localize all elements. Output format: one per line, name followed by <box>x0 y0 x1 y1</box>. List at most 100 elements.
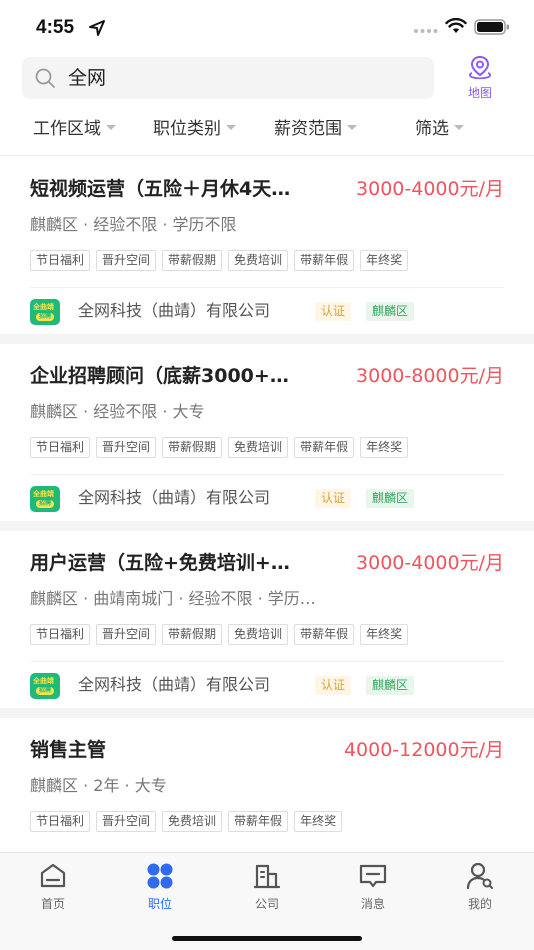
card-separator <box>0 521 534 531</box>
company-name: 全网科技（曲靖）有限公司 <box>78 301 271 320</box>
tab-home[interactable]: 首页 <box>23 861 83 912</box>
filter-label: 筛选 <box>415 119 449 139</box>
job-card[interactable]: 企业招聘顾问（底薪3000+提成） 3000-8000元/月 麒麟区 · 经验不… <box>0 345 534 521</box>
tab-label: 首页 <box>40 897 65 911</box>
job-tag: 节日福利 <box>30 624 91 645</box>
logo-text: 招聘 <box>36 500 54 508</box>
job-tag: 晋升空间 <box>96 250 157 271</box>
tab-label: 我的 <box>467 897 492 911</box>
caret-down-icon <box>226 124 236 130</box>
logo-text: 招聘 <box>36 313 54 321</box>
tab-profile[interactable]: 我的 <box>450 861 510 912</box>
divider <box>30 287 504 288</box>
signal-dots-icon <box>414 29 438 33</box>
divider <box>30 474 504 475</box>
area-badge: 麒麟区 <box>366 489 415 508</box>
job-meta: 麒麟区 · 2年 · 大专 <box>30 776 167 795</box>
filter-more[interactable]: 筛选 <box>415 114 464 139</box>
job-title: 销售主管 <box>30 739 107 761</box>
job-salary: 3000-8000元/月 <box>356 365 504 387</box>
cert-badge: 认证 <box>315 302 352 321</box>
tab-jobs[interactable]: 职位 <box>130 861 190 912</box>
job-salary: 3000-4000元/月 <box>356 178 504 200</box>
area-badge: 麒麟区 <box>366 302 415 321</box>
filter-label: 工作区域 <box>33 119 101 139</box>
job-tags: 节日福利 晋升空间 带薪假期 免费培训 带薪年假 年终奖 <box>30 250 414 272</box>
message-icon <box>359 864 387 888</box>
filter-work-area[interactable]: 工作区域 <box>33 114 116 139</box>
job-tag: 年终奖 <box>360 250 409 271</box>
status-bar: 4:55 <box>0 0 534 50</box>
job-card[interactable]: 用户运营（五险+免费培训+双休） 3000-4000元/月 麒麟区 · 曲靖南城… <box>0 532 534 708</box>
job-tag: 带薪年假 <box>294 437 355 458</box>
logo-text: 招聘 <box>36 687 54 695</box>
tab-label: 职位 <box>147 897 172 911</box>
divider <box>30 661 504 662</box>
company-logo: 全曲靖 招聘 <box>30 486 60 512</box>
job-tags: 节日福利 晋升空间 带薪假期 免费培训 带薪年假 年终奖 <box>30 437 414 459</box>
location-arrow-icon <box>89 20 105 36</box>
job-tag: 带薪假期 <box>162 250 223 271</box>
job-title: 企业招聘顾问（底薪3000+提成） <box>30 365 298 387</box>
job-tag: 节日福利 <box>30 811 91 832</box>
job-meta: 麒麟区 · 经验不限 · 学历不限 <box>30 215 237 234</box>
building-icon <box>253 864 281 889</box>
caret-down-icon <box>106 124 116 130</box>
tab-company[interactable]: 公司 <box>237 861 297 912</box>
job-tag: 免费培训 <box>228 437 289 458</box>
company-logo: 全曲靖 招聘 <box>30 299 60 325</box>
filter-bar: 工作区域 职位类别 薪资范围 筛选 <box>0 108 534 144</box>
job-tag: 年终奖 <box>360 437 409 458</box>
caret-down-icon <box>454 124 464 130</box>
job-card[interactable]: 销售主管 4000-12000元/月 麒麟区 · 2年 · 大专 节日福利 晋升… <box>0 719 534 852</box>
filter-job-category[interactable]: 职位类别 <box>153 114 236 139</box>
job-tag: 带薪假期 <box>162 437 223 458</box>
job-tag: 带薪年假 <box>294 250 355 271</box>
logo-text: 全曲靖 <box>33 677 54 685</box>
job-tag: 带薪年假 <box>228 811 289 832</box>
map-button[interactable]: 地图 <box>455 55 505 101</box>
job-tag: 免费培训 <box>162 811 223 832</box>
job-title: 用户运营（五险+免费培训+双休） <box>30 552 298 574</box>
company-name: 全网科技（曲靖）有限公司 <box>78 488 271 507</box>
divider <box>0 155 534 156</box>
job-tag: 带薪年假 <box>294 624 355 645</box>
map-label: 地图 <box>467 86 492 100</box>
caret-down-icon <box>347 124 357 130</box>
job-meta: 麒麟区 · 经验不限 · 大专 <box>30 402 205 421</box>
home-indicator <box>172 936 362 941</box>
job-tag: 带薪假期 <box>162 624 223 645</box>
tab-messages[interactable]: 消息 <box>343 861 403 912</box>
area-badge: 麒麟区 <box>366 676 415 695</box>
search-input[interactable]: 全网 <box>22 57 434 99</box>
job-tags: 节日福利 晋升空间 免费培训 带薪年假 年终奖 <box>30 811 348 833</box>
wifi-icon <box>445 18 467 33</box>
job-tag: 晋升空间 <box>96 437 157 458</box>
job-tag: 节日福利 <box>30 437 91 458</box>
job-title: 短视频运营（五险＋月休4天+免费培训） <box>30 178 298 200</box>
job-tag: 年终奖 <box>294 811 343 832</box>
filter-label: 薪资范围 <box>274 119 342 139</box>
profile-icon <box>466 862 493 890</box>
grid-icon <box>147 863 173 889</box>
cert-badge: 认证 <box>315 676 352 695</box>
job-tags: 节日福利 晋升空间 带薪假期 免费培训 带薪年假 年终奖 <box>30 624 414 646</box>
search-value: 全网 <box>68 67 107 89</box>
job-card[interactable]: 短视频运营（五险＋月休4天+免费培训） 3000-4000元/月 麒麟区 · 经… <box>0 158 534 334</box>
job-tag: 晋升空间 <box>96 624 157 645</box>
status-time: 4:55 <box>36 17 75 38</box>
tab-label: 消息 <box>360 897 385 911</box>
tab-label: 公司 <box>254 897 279 911</box>
job-meta: 麒麟区 · 曲靖南城门 · 经验不限 · 学历不限 <box>30 589 330 608</box>
cert-badge: 认证 <box>315 489 352 508</box>
logo-text: 全曲靖 <box>33 303 54 311</box>
search-icon <box>35 68 55 88</box>
home-icon <box>40 863 66 888</box>
job-tag: 年终奖 <box>360 624 409 645</box>
card-separator <box>0 334 534 344</box>
filter-salary-range[interactable]: 薪资范围 <box>274 114 357 139</box>
logo-text: 全曲靖 <box>33 490 54 498</box>
company-logo: 全曲靖 招聘 <box>30 673 60 699</box>
job-salary: 3000-4000元/月 <box>356 552 504 574</box>
battery-icon <box>474 19 509 35</box>
